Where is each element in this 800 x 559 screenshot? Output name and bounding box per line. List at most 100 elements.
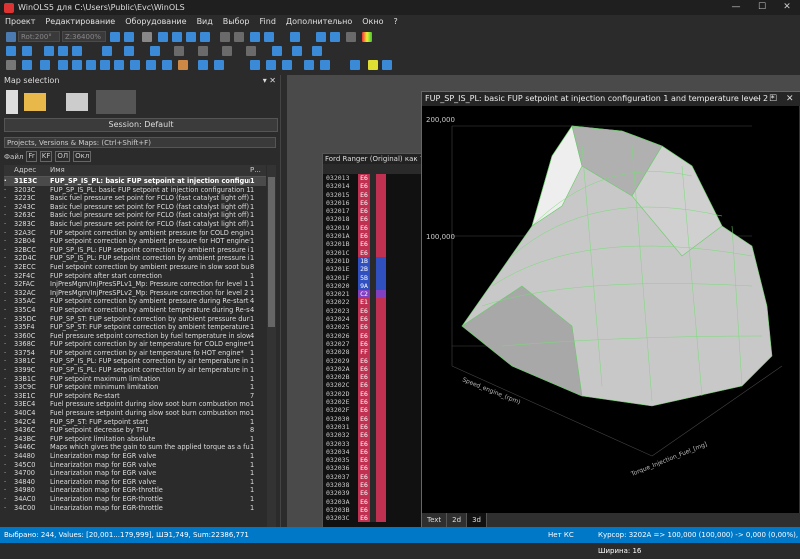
hex-row[interactable]: 032029 E6 [323,356,428,365]
column-address[interactable]: Адрес [14,165,50,176]
table-row[interactable]: · 33E1C FUP setpoint Re-start 7 [4,392,266,401]
menu-item[interactable]: Окно [357,15,388,28]
column-name[interactable]: Имя [50,165,250,176]
hex-row[interactable]: 03202C E6 [323,381,428,390]
hex-row[interactable]: 032039 E6 [323,489,428,498]
toolbar-icon[interactable] [150,46,160,56]
table-row[interactable]: · 335AC FUP setpoint correction by ambient… [4,297,266,306]
hex-row[interactable]: 032024 E6 [323,315,428,324]
toolbar-icon[interactable] [220,32,230,42]
save-icon[interactable] [6,90,18,114]
menu-item[interactable]: Дополнительно [281,15,357,28]
table-row[interactable]: · 345C0 Linearization map for EGR valve 1 [4,461,266,470]
hex-row[interactable]: 032026 E6 [323,331,428,340]
map-list-scrollbar[interactable] [267,165,276,527]
table-row[interactable]: · 32F4C FUP setpoint after start correctio… [4,272,266,281]
plot-area[interactable]: 200,000 100,000 Speed_engine_(rpm) Torqu… [422,106,799,513]
table-row[interactable]: · 32B04 FUP setpoint correction by ambient… [4,237,266,246]
table-row[interactable]: · 34C00 Linearization map for EGR-throttle… [4,504,266,513]
menu-item[interactable]: ? [389,15,403,28]
hex-row[interactable]: 032017 E6 [323,207,428,216]
toolbar-icon[interactable] [162,60,172,70]
toolbar-icon[interactable] [178,60,188,70]
tab-3d[interactable]: 3d [467,513,487,527]
table-row[interactable]: · 3399C FUP_SP_IS_PL: FUP setpoint correct… [4,366,266,375]
table-row[interactable]: · 33EC4 Fuel pressure setpoint during slow… [4,400,266,409]
table-row[interactable]: · 3283C Basic fuel pressure set point for … [4,220,266,229]
toolbar-icon[interactable] [316,32,326,42]
toolbar-icon[interactable] [58,46,68,56]
toolbar-icon[interactable] [72,46,82,56]
open-project-icon[interactable] [66,93,88,111]
table-row[interactable]: · 3446C Maps which gives the gain to sum t… [4,443,266,452]
toolbar-icon[interactable] [58,60,68,70]
toolbar-icon[interactable] [114,60,124,70]
table-row[interactable]: · 332AC InjPresMgm/InjPresSPLv2_Mp: Pressu… [4,289,266,298]
toolbar-icon[interactable] [272,46,282,56]
hex-row[interactable]: 032037 E6 [323,472,428,481]
hex-row[interactable]: 032028 FF [323,348,428,357]
hex-row[interactable]: 032032 E6 [323,431,428,440]
toolbar-icon[interactable] [44,46,54,56]
table-row[interactable]: · 3223C Basic fuel pressure set point for … [4,194,266,203]
close-button[interactable]: ✕ [786,92,794,106]
toolbar-icon[interactable] [130,60,140,70]
table-row[interactable]: · 3436C FUP setpoint decrease by TFU 8 [4,426,266,435]
hex-row[interactable]: 03202E E6 [323,398,428,407]
hex-row[interactable]: 03202F E6 [323,406,428,415]
table-row[interactable]: · 34700 Linearization map for EGR valve 1 [4,469,266,478]
filter-ol[interactable]: ОЛ [55,151,71,162]
filter-f[interactable]: Fr [26,151,37,162]
hex-row[interactable]: 032021 C2 [323,290,428,299]
toolbar-icon[interactable] [72,60,82,70]
table-row[interactable]: · 33754 FUP setpoint correction by air tem… [4,349,266,358]
filter-k[interactable]: KF [39,151,53,162]
filter-oki[interactable]: Окл [73,151,92,162]
toolbar-icon[interactable] [6,60,16,70]
toolbar-icon[interactable] [102,46,112,56]
hex-row[interactable]: 03203C E6 [323,514,428,523]
close-icon[interactable]: ▾ ✕ [263,75,276,87]
toolbar-icon[interactable] [250,60,260,70]
toolbar-icon[interactable] [172,32,182,42]
table-row[interactable]: · 34AC0 Linearization map for EGR-throttle… [4,495,266,504]
toolbar-icon[interactable] [6,32,16,42]
hex-row[interactable]: 03203A E6 [323,497,428,506]
toolbar-icon[interactable] [368,60,378,70]
maximize-button[interactable]: ☐ [769,92,777,106]
toolbar-icon[interactable] [124,46,134,56]
hex-row[interactable]: 032015 E6 [323,190,428,199]
table-row[interactable]: · 3203C FUP_SP_IS_PL: basic FUP setpoint a… [4,186,266,195]
table-row[interactable]: · 342C4 FUP_SP_ST: FUP setpoint start 1 [4,418,266,427]
toolbar-icon[interactable] [158,32,168,42]
toolbar-icon[interactable] [346,32,356,42]
menu-item[interactable]: Find [255,15,281,28]
hex-row[interactable]: 03201F 5B [323,273,428,282]
toolbar-icon[interactable] [22,60,32,70]
zoom-field[interactable]: Z:36400% [62,31,106,42]
hex-row[interactable]: 032030 E6 [323,414,428,423]
toolbar-icon[interactable] [6,46,16,56]
toolbar-icon[interactable] [146,60,156,70]
minimize-button[interactable]: — [752,92,761,106]
toolbar-icon[interactable] [110,32,120,42]
toolbar-icon[interactable] [292,46,302,56]
table-row[interactable]: · 33C9C FUP setpoint minimum limitation 1 [4,383,266,392]
table-row[interactable]: · 32FAC InjPresMgm/InjPresSPLv1_Mp: Pressu… [4,280,266,289]
toolbar-icon[interactable] [312,46,322,56]
hex-row[interactable]: 032038 E6 [323,480,428,490]
toolbar-icon[interactable] [246,46,256,56]
toolbar-icon[interactable] [198,60,208,70]
toolbar-icon[interactable] [304,60,314,70]
toolbar-icon[interactable] [234,32,244,42]
table-row[interactable]: · 3360C Fuel pressure setpoint correction … [4,332,266,341]
table-row[interactable]: · 31E3C FUP_SP_IS_PL: basic FUP setpoint a… [4,177,266,186]
hex-row[interactable]: 032034 E6 [323,447,428,457]
toolbar-icon[interactable] [222,46,232,56]
table-row[interactable]: · 343BC FUP setpoint limitation absolute 1 [4,435,266,444]
color-scale-icon[interactable] [362,32,372,42]
toolbar-icon[interactable] [40,60,50,70]
table-row[interactable]: · 3263C Basic fuel pressure set point for … [4,211,266,220]
hex-row[interactable]: 03201A E6 [323,232,428,241]
table-row[interactable]: · 340C4 Fuel pressure setpoint during slow… [4,409,266,418]
